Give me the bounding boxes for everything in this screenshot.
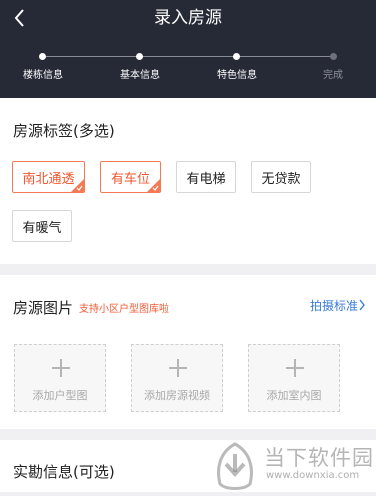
plus-icon <box>169 359 187 377</box>
tag-no-loan[interactable]: 无贷款 <box>251 161 311 193</box>
plus-icon <box>52 359 70 377</box>
progress-line <box>42 56 334 57</box>
tag-elevator[interactable]: 有电梯 <box>176 161 236 193</box>
step-label-done: 完成 <box>323 70 343 81</box>
survey-section-title: 实勘信息(可选) <box>13 463 115 481</box>
upload-label: 添加户型图 <box>32 389 88 402</box>
tag-label: 有车位 <box>110 171 150 187</box>
tag-north-south[interactable]: 南北通透 <box>12 161 85 193</box>
top-header: 录入房源 楼栋信息 基本信息 特色信息 完成 <box>0 0 376 98</box>
next-section-edge <box>0 496 376 500</box>
selected-check-icon <box>147 179 160 192</box>
step-dot-1 <box>39 53 46 60</box>
photos-section-title: 房源图片 <box>13 299 74 317</box>
tag-parking[interactable]: 有车位 <box>100 161 161 193</box>
add-interior-button[interactable]: 添加室内图 <box>248 344 340 412</box>
step-dot-3 <box>233 53 240 60</box>
step-label-basic: 基本信息 <box>120 70 160 81</box>
page-title: 录入房源 <box>154 8 222 28</box>
upload-label: 添加房源视频 <box>144 389 210 402</box>
tag-label: 有暖气 <box>22 220 62 236</box>
step-label-building: 楼栋信息 <box>23 70 63 81</box>
step-label-features: 特色信息 <box>217 70 257 81</box>
shooting-standard-link[interactable]: 拍摄标准 <box>310 297 358 314</box>
selected-check-icon <box>71 179 84 192</box>
upload-label: 添加室内图 <box>266 389 322 402</box>
chevron-right-icon <box>359 299 365 311</box>
tag-label: 南北通透 <box>22 171 75 187</box>
tags-section-title: 房源标签(多选) <box>13 122 115 140</box>
step-dot-2 <box>136 53 143 60</box>
add-floorplan-button[interactable]: 添加户型图 <box>14 344 106 412</box>
tag-heating[interactable]: 有暖气 <box>12 210 72 242</box>
photos-hint: 支持小区户型图库啦 <box>79 304 169 315</box>
tag-label: 无贷款 <box>261 171 301 187</box>
plus-icon <box>286 359 304 377</box>
tag-label: 有电梯 <box>186 171 226 187</box>
add-video-button[interactable]: 添加房源视频 <box>131 344 223 412</box>
tags-section: 房源标签(多选) 南北通透 有车位 有电梯 无贷款 有暖气 <box>0 98 376 264</box>
step-dot-4 <box>330 53 337 60</box>
